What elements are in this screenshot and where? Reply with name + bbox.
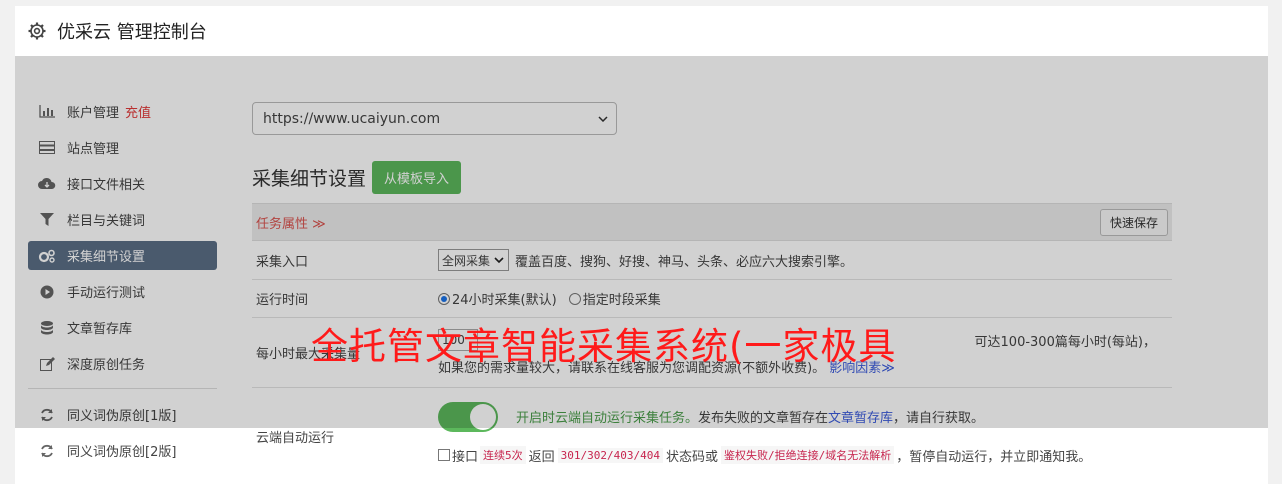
- sidebar-item-synonym-v2[interactable]: 同义词伪原创[2版]: [28, 436, 217, 465]
- code-status: 301/302/403/404: [557, 447, 663, 463]
- dim-overlay: [15, 56, 1268, 428]
- checkbox-label: 接口: [452, 449, 479, 465]
- text-end: ，暂停自动运行，并立即通知我。: [896, 449, 1092, 465]
- text-return: 返回: [528, 449, 555, 465]
- page-title: 优采云 管理控制台: [57, 22, 207, 43]
- gear-icon: [28, 22, 46, 40]
- pause-on-error-checkbox[interactable]: [438, 449, 450, 461]
- header-bar: 优采云 管理控制台: [15, 6, 1268, 56]
- code-consecutive: 连续5次: [480, 446, 526, 464]
- promo-banner-text: 全托管文章智能采集系统(一家极具: [311, 325, 897, 368]
- refresh-icon: [38, 444, 56, 458]
- sidebar-item-label: 同义词伪原创[2版]: [67, 445, 177, 460]
- text-status: 状态码或: [666, 449, 719, 465]
- code-errors: 鉴权失败/拒绝连接/域名无法解析: [721, 446, 895, 464]
